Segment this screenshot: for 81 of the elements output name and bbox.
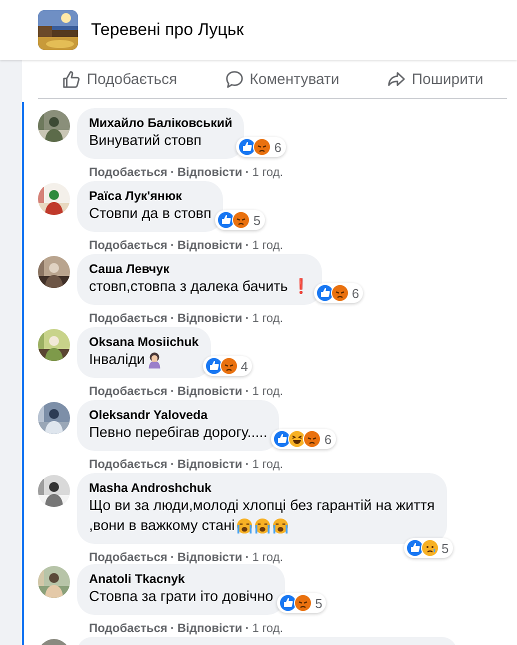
comment-text: Винуватий стовп [89, 132, 202, 151]
separator: · [245, 621, 250, 635]
separator: · [170, 621, 174, 635]
reply-link[interactable]: Відповісти [177, 311, 242, 325]
share-icon [386, 70, 406, 88]
comment-time[interactable]: 1 год. [252, 238, 284, 252]
separator: · [245, 165, 250, 179]
comment-time[interactable]: 1 год. [252, 311, 284, 325]
reply-link[interactable]: Відповісти [177, 550, 242, 564]
comment-author[interactable]: Oleksandr Yaloveda [89, 407, 208, 423]
separator: · [170, 238, 174, 252]
angry-reaction-icon [330, 284, 349, 302]
like-link[interactable]: Подобається [89, 384, 168, 398]
reaction-badge[interactable]: 6 [314, 283, 364, 303]
reaction-count: 4 [240, 358, 248, 374]
sad-reaction-icon [420, 539, 439, 557]
comment-text: Інваліди [89, 351, 145, 370]
reply-link[interactable]: Відповісти [177, 384, 242, 398]
reaction-badge[interactable]: 5 [404, 538, 453, 558]
separator: · [170, 457, 174, 471]
separator: · [245, 311, 250, 325]
separator: · [245, 457, 250, 471]
angry-reaction-icon [232, 211, 250, 229]
crying-face-icon [254, 517, 271, 535]
angry-reaction-icon [220, 357, 238, 375]
thumbs-up-icon [62, 70, 81, 88]
reaction-count: 5 [253, 212, 261, 228]
page-title: Теревені про Луцьк [91, 20, 244, 40]
reply-link[interactable]: Відповісти [177, 238, 242, 252]
comment-author[interactable]: Anatoli Tkacnyk [89, 571, 185, 587]
like-link[interactable]: Подобається [89, 621, 168, 635]
reaction-badge[interactable]: 4 [202, 356, 252, 376]
comment-time[interactable]: 1 год. [252, 550, 284, 564]
action-button[interactable]: Подобається [56, 60, 184, 98]
reaction-count: 6 [324, 432, 332, 446]
comment-author[interactable]: Михайло Баліковський [89, 115, 232, 131]
like-link[interactable]: Подобається [89, 550, 168, 564]
like-link[interactable]: Подобається [89, 165, 168, 179]
comment-author[interactable]: Раїса Лук'янюк [89, 188, 182, 204]
comment-text: ,вони в важкому стані [89, 517, 235, 536]
reaction-badge[interactable]: 6 [271, 429, 336, 449]
reaction-count: 5 [315, 596, 322, 610]
separator: · [245, 384, 250, 398]
reaction-badge[interactable]: 5 [215, 210, 265, 230]
comment-time[interactable]: 1 год. [252, 165, 284, 179]
separator: · [245, 238, 250, 252]
action-button[interactable]: Коментувати [218, 60, 346, 98]
angry-reaction-icon [253, 138, 272, 156]
comment-text: Що ви за люди,молоді хлопці без гарантій на життя [89, 497, 435, 516]
separator: · [170, 384, 174, 398]
separator: · [170, 165, 174, 179]
reaction-count: 6 [274, 140, 282, 154]
comment-author[interactable]: Masha Androshchuk [89, 480, 212, 496]
comment-time[interactable]: 1 год. [252, 621, 284, 635]
comment-author[interactable]: Oksana Mosiichuk [89, 334, 199, 350]
comment-text: стовп,стовпа з далека бачить ❗ [89, 277, 310, 297]
reply-link[interactable]: Відповісти [177, 621, 242, 635]
comment-time[interactable]: 1 год. [252, 384, 284, 398]
comment-text: Стовпи да в стовп [89, 205, 212, 224]
crying-face-icon [272, 517, 289, 535]
comment-text: Стовпа за грати іто довічно [89, 588, 274, 607]
reply-link[interactable]: Відповісти [177, 165, 242, 179]
like-link[interactable]: Подобається [89, 457, 168, 471]
separator: · [245, 550, 250, 564]
reaction-count: 5 [442, 540, 449, 556]
comment-author[interactable]: Саша Левчук [89, 261, 170, 277]
reaction-badge[interactable]: 5 [277, 593, 326, 613]
angry-reaction-icon [294, 594, 312, 612]
angry-reaction-icon [303, 430, 322, 448]
reaction-badge[interactable]: 6 [236, 137, 286, 157]
like-link[interactable]: Подобається [89, 311, 168, 325]
like-link[interactable]: Подобається [89, 238, 168, 252]
comment-time[interactable]: 1 год. [252, 457, 284, 471]
action-button[interactable]: Поширити [380, 60, 490, 98]
comment-text: Певно перебігав дорогу..... [89, 424, 268, 443]
reply-link[interactable]: Відповісти [177, 457, 242, 471]
separator: · [170, 550, 174, 564]
crying-face-icon [236, 517, 253, 535]
separator: · [170, 311, 174, 325]
comment-icon [224, 70, 244, 88]
reaction-count: 6 [352, 286, 360, 300]
